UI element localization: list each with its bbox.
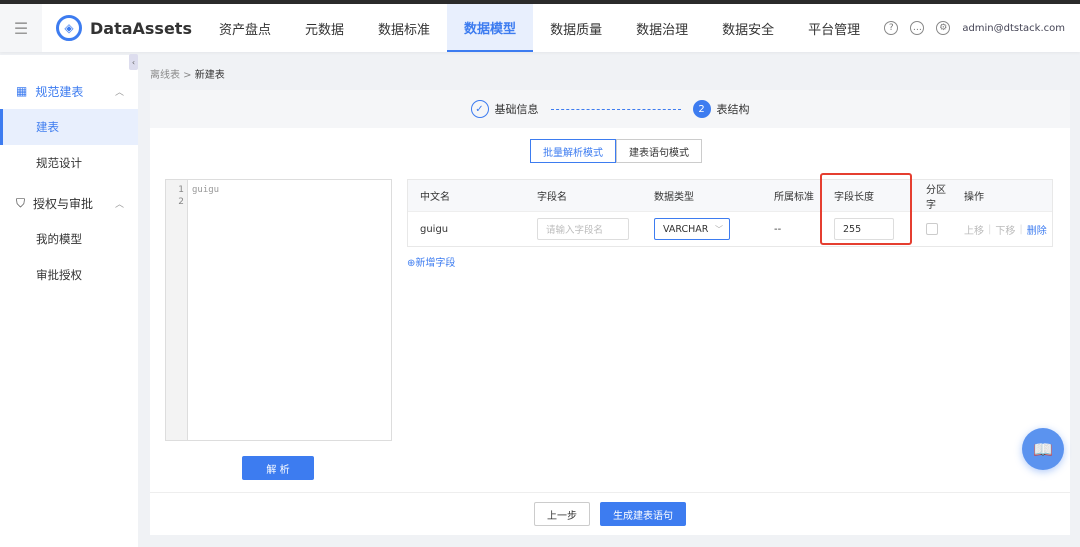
nav-item[interactable]: 数据治理 (619, 4, 705, 52)
data-type-value: VARCHAR (663, 223, 709, 235)
shield-icon: ⛉ (16, 195, 26, 210)
sql-mode-tab[interactable]: 建表语句模式 (616, 139, 702, 163)
collapse-sidebar-button[interactable]: ‹ (129, 54, 138, 70)
main-nav: 资产盘点 元数据 数据标准 数据模型 数据质量 数据治理 数据安全 平台管理 (202, 4, 877, 52)
move-up-link[interactable]: 上移 (964, 222, 984, 237)
nav-item-active[interactable]: 数据模型 (447, 4, 534, 52)
nav-item[interactable]: 资产盘点 (202, 4, 288, 52)
prev-step-button[interactable]: 上一步 (534, 502, 590, 526)
group-label: 授权与审批 (33, 196, 94, 211)
breadcrumb-current: 新建表 (194, 70, 225, 81)
column-header: 所属标准 (774, 192, 814, 203)
partition-checkbox[interactable] (926, 223, 938, 235)
nav-item[interactable]: 数据安全 (705, 4, 791, 52)
message-icon[interactable]: … (910, 21, 925, 35)
cube-icon: ◈ (56, 15, 82, 41)
gear-icon[interactable]: ⚙ (936, 21, 951, 35)
line-numbers: 12 (166, 180, 188, 440)
editor-content[interactable]: guigu (188, 180, 223, 440)
sidebar-group-spec[interactable]: ▦ 规范建表 ︿ (0, 73, 138, 109)
step-1-label: 基础信息 (494, 103, 539, 116)
mode-switch: 批量解析模式 建表语句模式 (530, 139, 702, 163)
steps: ✓ 基础信息 2 表结构 (150, 90, 1070, 128)
step-2-label: 表结构 (716, 103, 750, 116)
column-header: 操作 (964, 192, 984, 203)
cell-cn-name: guigu (420, 223, 449, 235)
add-field-label: 新增字段 (415, 258, 456, 269)
brand-name: DataAssets (90, 18, 192, 38)
sidebar-item-approval[interactable]: 审批授权 (0, 257, 138, 293)
code-editor[interactable]: 12 guigu (165, 179, 392, 441)
column-header: 字段名 (537, 192, 567, 203)
nav-item[interactable]: 元数据 (288, 4, 361, 52)
sidebar-group-auth[interactable]: ⛉ 授权与审批 ︿ (0, 185, 138, 221)
chevron-up-icon: ︿ (114, 87, 124, 98)
user-account[interactable]: admin@dtstack.com (962, 23, 1065, 34)
column-header: 分区字 (926, 184, 946, 211)
breadcrumb-parent[interactable]: 离线表 (150, 70, 180, 81)
cell-standard: -- (774, 223, 782, 235)
chevron-up-icon: ︿ (114, 199, 124, 210)
add-field-button[interactable]: ⊕新增字段 (407, 254, 455, 269)
sidebar-item-create-table[interactable]: 建表 (0, 109, 138, 145)
help-icon[interactable]: ? (884, 21, 899, 35)
batch-parse-mode-tab[interactable]: 批量解析模式 (530, 139, 616, 163)
table-icon: ▦ (16, 84, 28, 98)
highlight-box (820, 173, 912, 245)
table-row: guigu 请输入字段名 VARCHAR ﹀ -- 255 上移 | 下移 | 删除 (408, 212, 1052, 246)
step-connector (550, 108, 681, 110)
chevron-down-icon: ﹀ (715, 224, 723, 234)
parse-button[interactable]: 解 析 (242, 456, 314, 480)
footer-actions: 上一步 生成建表语句 (150, 492, 1070, 535)
fields-table: 中文名 字段名 数据类型 所属标准 字段长度 分区字 操作 guigu 请输入字… (407, 179, 1053, 247)
generate-sql-button[interactable]: 生成建表语句 (600, 502, 686, 526)
move-down-link[interactable]: 下移 (995, 222, 1015, 237)
line-number: 2 (178, 197, 184, 207)
menu-icon[interactable]: ☰ (0, 4, 42, 52)
data-type-select[interactable]: VARCHAR ﹀ (654, 218, 730, 240)
logo[interactable]: ◈ DataAssets (56, 15, 202, 41)
main-panel: ✓ 基础信息 2 表结构 批量解析模式 建表语句模式 12 guigu 解 析 中文… (150, 90, 1070, 535)
delete-link[interactable]: 删除 (1027, 222, 1047, 237)
sidebar-item-spec-design[interactable]: 规范设计 (0, 145, 138, 181)
group-label: 规范建表 (35, 84, 84, 99)
line-number: 1 (178, 185, 184, 195)
column-header: 中文名 (420, 192, 450, 203)
nav-item[interactable]: 数据质量 (533, 4, 619, 52)
nav-item[interactable]: 平台管理 (791, 4, 877, 52)
top-header: ☰ ◈ DataAssets 资产盘点 元数据 数据标准 数据模型 数据质量 数据… (0, 4, 1080, 52)
column-header: 数据类型 (654, 192, 694, 203)
table-header: 中文名 字段名 数据类型 所属标准 字段长度 分区字 操作 (408, 180, 1052, 212)
breadcrumb: 离线表 > 新建表 (150, 70, 225, 81)
sidebar: ▦ 规范建表 ︿ 建表 规范设计 ⛉ 授权与审批 ︿ 我的模型 审批授权 (0, 55, 138, 547)
sidebar-item-my-models[interactable]: 我的模型 (0, 221, 138, 257)
guide-book-icon[interactable]: 📖 (1022, 428, 1064, 470)
field-name-input[interactable]: 请输入字段名 (537, 218, 629, 240)
nav-item[interactable]: 数据标准 (361, 4, 447, 52)
step-2-number: 2 (692, 100, 711, 118)
check-icon: ✓ (470, 100, 489, 118)
